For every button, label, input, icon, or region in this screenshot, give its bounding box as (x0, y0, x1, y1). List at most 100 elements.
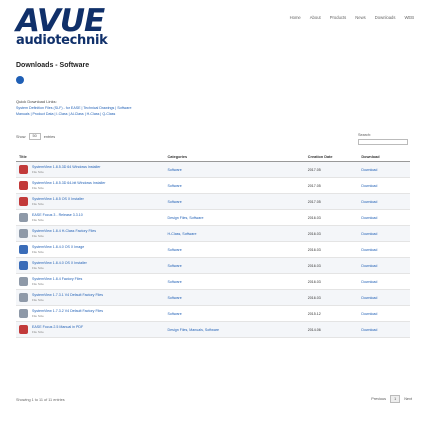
category-link[interactable]: Software (168, 264, 182, 268)
category-link[interactable]: Software (168, 296, 182, 300)
logo-wordmark: AVUE (16, 3, 105, 39)
entries-length-control: Show 50 entries (16, 133, 55, 140)
table-row: EASE Focus 3 - Release 3.3.10 File Size D… (16, 209, 410, 226)
file-thumbnail-icon (19, 165, 28, 174)
show-label: Show (16, 134, 26, 139)
file-thumbnail-icon (19, 309, 28, 318)
download-link[interactable]: Download (361, 200, 377, 204)
file-title-link[interactable]: EASE Focus 2.5 Manual in PDF (32, 325, 83, 329)
file-thumbnail-icon (19, 325, 28, 334)
quick-links-line-2[interactable]: Manuals | Product Data | I-Class | Al-Cl… (16, 112, 256, 118)
nav-item-home[interactable]: Home (290, 15, 301, 20)
table-row: SystemView 1.8.5.3D 64 Windows Installer… (16, 161, 410, 178)
column-header-categories[interactable]: Categories (164, 152, 305, 162)
creation-date: 2014.06 (304, 321, 359, 338)
entries-label: entries (43, 134, 56, 139)
pager-previous-button[interactable]: Previous (371, 397, 386, 401)
search-control: Search: (358, 133, 408, 145)
table-row: SystemView 1.8.4 H-Class Factory Files Fi… (16, 225, 410, 242)
file-size: File Size (32, 218, 44, 222)
file-thumbnail-icon (19, 277, 28, 286)
nav-item-news[interactable]: News (355, 15, 365, 20)
table-body: SystemView 1.8.5.3D 64 Windows Installer… (16, 161, 410, 338)
creation-date: 2017.05 (304, 177, 359, 194)
table-row: EASE Focus 2.5 Manual in PDF File Size De… (16, 321, 410, 338)
nav-item-products[interactable]: Products (330, 15, 347, 20)
download-link[interactable]: Download (361, 232, 377, 236)
nav-item-web[interactable]: WEB (404, 15, 414, 20)
file-size: File Size (32, 186, 44, 190)
file-thumbnail-icon (19, 261, 28, 270)
category-link[interactable]: Software (168, 312, 182, 316)
file-title-link[interactable]: SystemView 1.8.5.3D 64 Windows Installer (32, 165, 100, 169)
category-link[interactable]: Software (168, 184, 182, 188)
logo-subtitle: audiotechnik (16, 33, 108, 48)
pagination: Previous 1 Next (371, 395, 412, 403)
table-row: SystemView 1.7.3.2 V4 Default Factory Fi… (16, 305, 410, 322)
category-link[interactable]: Software (168, 248, 182, 252)
file-title-link[interactable]: SystemView 1.8.4 H-Class Factory Files (32, 229, 96, 233)
file-thumbnail-icon (19, 213, 28, 222)
downloads-table: Title Categories Creation Date Download … (16, 152, 410, 338)
category-link[interactable]: Software (168, 168, 182, 172)
download-link[interactable]: Download (361, 184, 377, 188)
category-link[interactable]: Design Files, Manuals, Software (168, 328, 220, 332)
download-link[interactable]: Download (361, 248, 377, 252)
category-link[interactable]: Design Files, Software (168, 216, 204, 220)
quick-links-title: Quick Download Links: (16, 99, 57, 104)
download-link[interactable]: Download (361, 296, 377, 300)
category-link[interactable]: H-Class, Software (168, 232, 197, 236)
file-thumbnail-icon (19, 245, 28, 254)
creation-date: 2017.05 (304, 161, 359, 178)
nav-item-downloads[interactable]: Downloads (375, 15, 396, 20)
column-header-title[interactable]: Title (16, 152, 165, 162)
column-header-download[interactable]: Download (358, 152, 410, 162)
download-link[interactable]: Download (361, 280, 377, 284)
file-thumbnail-icon (19, 229, 28, 238)
file-title-link[interactable]: SystemView 1.8.5.3D 64-bit Windows Insta… (32, 181, 105, 185)
file-size: File Size (32, 170, 44, 174)
table-row: SystemView 1.8.5 OS X Installer File Size… (16, 193, 410, 210)
pager-next-button[interactable]: Next (404, 397, 412, 401)
download-link[interactable]: Download (361, 312, 377, 316)
file-title-link[interactable]: SystemView 1.7.3.2 V4 Default Factory Fi… (32, 309, 103, 313)
file-title-link[interactable]: SystemView 1.8.5 OS X Installer (32, 197, 84, 201)
file-size: File Size (32, 202, 44, 206)
creation-date: 2016.03 (304, 225, 359, 242)
entries-select[interactable]: 50 (28, 133, 41, 140)
table-row: SystemView 1.8.4 Factory Files File Size … (16, 273, 410, 290)
table-row: SystemView 1.8.4.0 OS X Image File Size S… (16, 241, 410, 258)
file-title-link[interactable]: SystemView 1.8.4.0 OS X Installer (32, 261, 87, 265)
download-link[interactable]: Download (361, 168, 377, 172)
circle-icon (16, 76, 24, 84)
brand-logo[interactable]: AVUE audiotechnik (16, 3, 136, 48)
file-thumbnail-icon (19, 197, 28, 206)
file-title-link[interactable]: SystemView 1.8.4 Factory Files (32, 277, 82, 281)
download-link[interactable]: Download (361, 328, 377, 332)
file-size: File Size (32, 282, 44, 286)
nav-item-about[interactable]: About (310, 15, 321, 20)
creation-date: 2016.03 (304, 273, 359, 290)
category-link[interactable]: Software (168, 280, 182, 284)
column-header-creation-date[interactable]: Creation Date (304, 152, 359, 162)
pager-page-button[interactable]: 1 (390, 395, 401, 403)
file-thumbnail-icon (19, 181, 28, 190)
download-link[interactable]: Download (361, 264, 377, 268)
search-input[interactable] (358, 139, 408, 145)
search-label: Search: (358, 133, 372, 137)
category-link[interactable]: Software (168, 200, 182, 204)
file-size: File Size (32, 314, 44, 318)
creation-date: 2015.12 (304, 305, 359, 322)
creation-date: 2016.03 (304, 289, 359, 306)
main-nav: Home About Products News Downloads WEB (290, 15, 414, 20)
file-title-link[interactable]: EASE Focus 3 - Release 3.3.10 (32, 213, 83, 217)
file-title-link[interactable]: SystemView 1.8.4.0 OS X Image (32, 245, 84, 249)
table-row: SystemView 1.7.3.1 V4 Default Factory Fi… (16, 289, 410, 306)
file-size: File Size (32, 250, 44, 254)
page-title: Downloads - Software (16, 62, 90, 69)
creation-date: 2016.03 (304, 241, 359, 258)
download-link[interactable]: Download (361, 216, 377, 220)
table-info: Showing 1 to 11 of 11 entries (16, 398, 65, 402)
creation-date: 2016.03 (304, 209, 359, 226)
file-title-link[interactable]: SystemView 1.7.3.1 V4 Default Factory Fi… (32, 293, 103, 297)
